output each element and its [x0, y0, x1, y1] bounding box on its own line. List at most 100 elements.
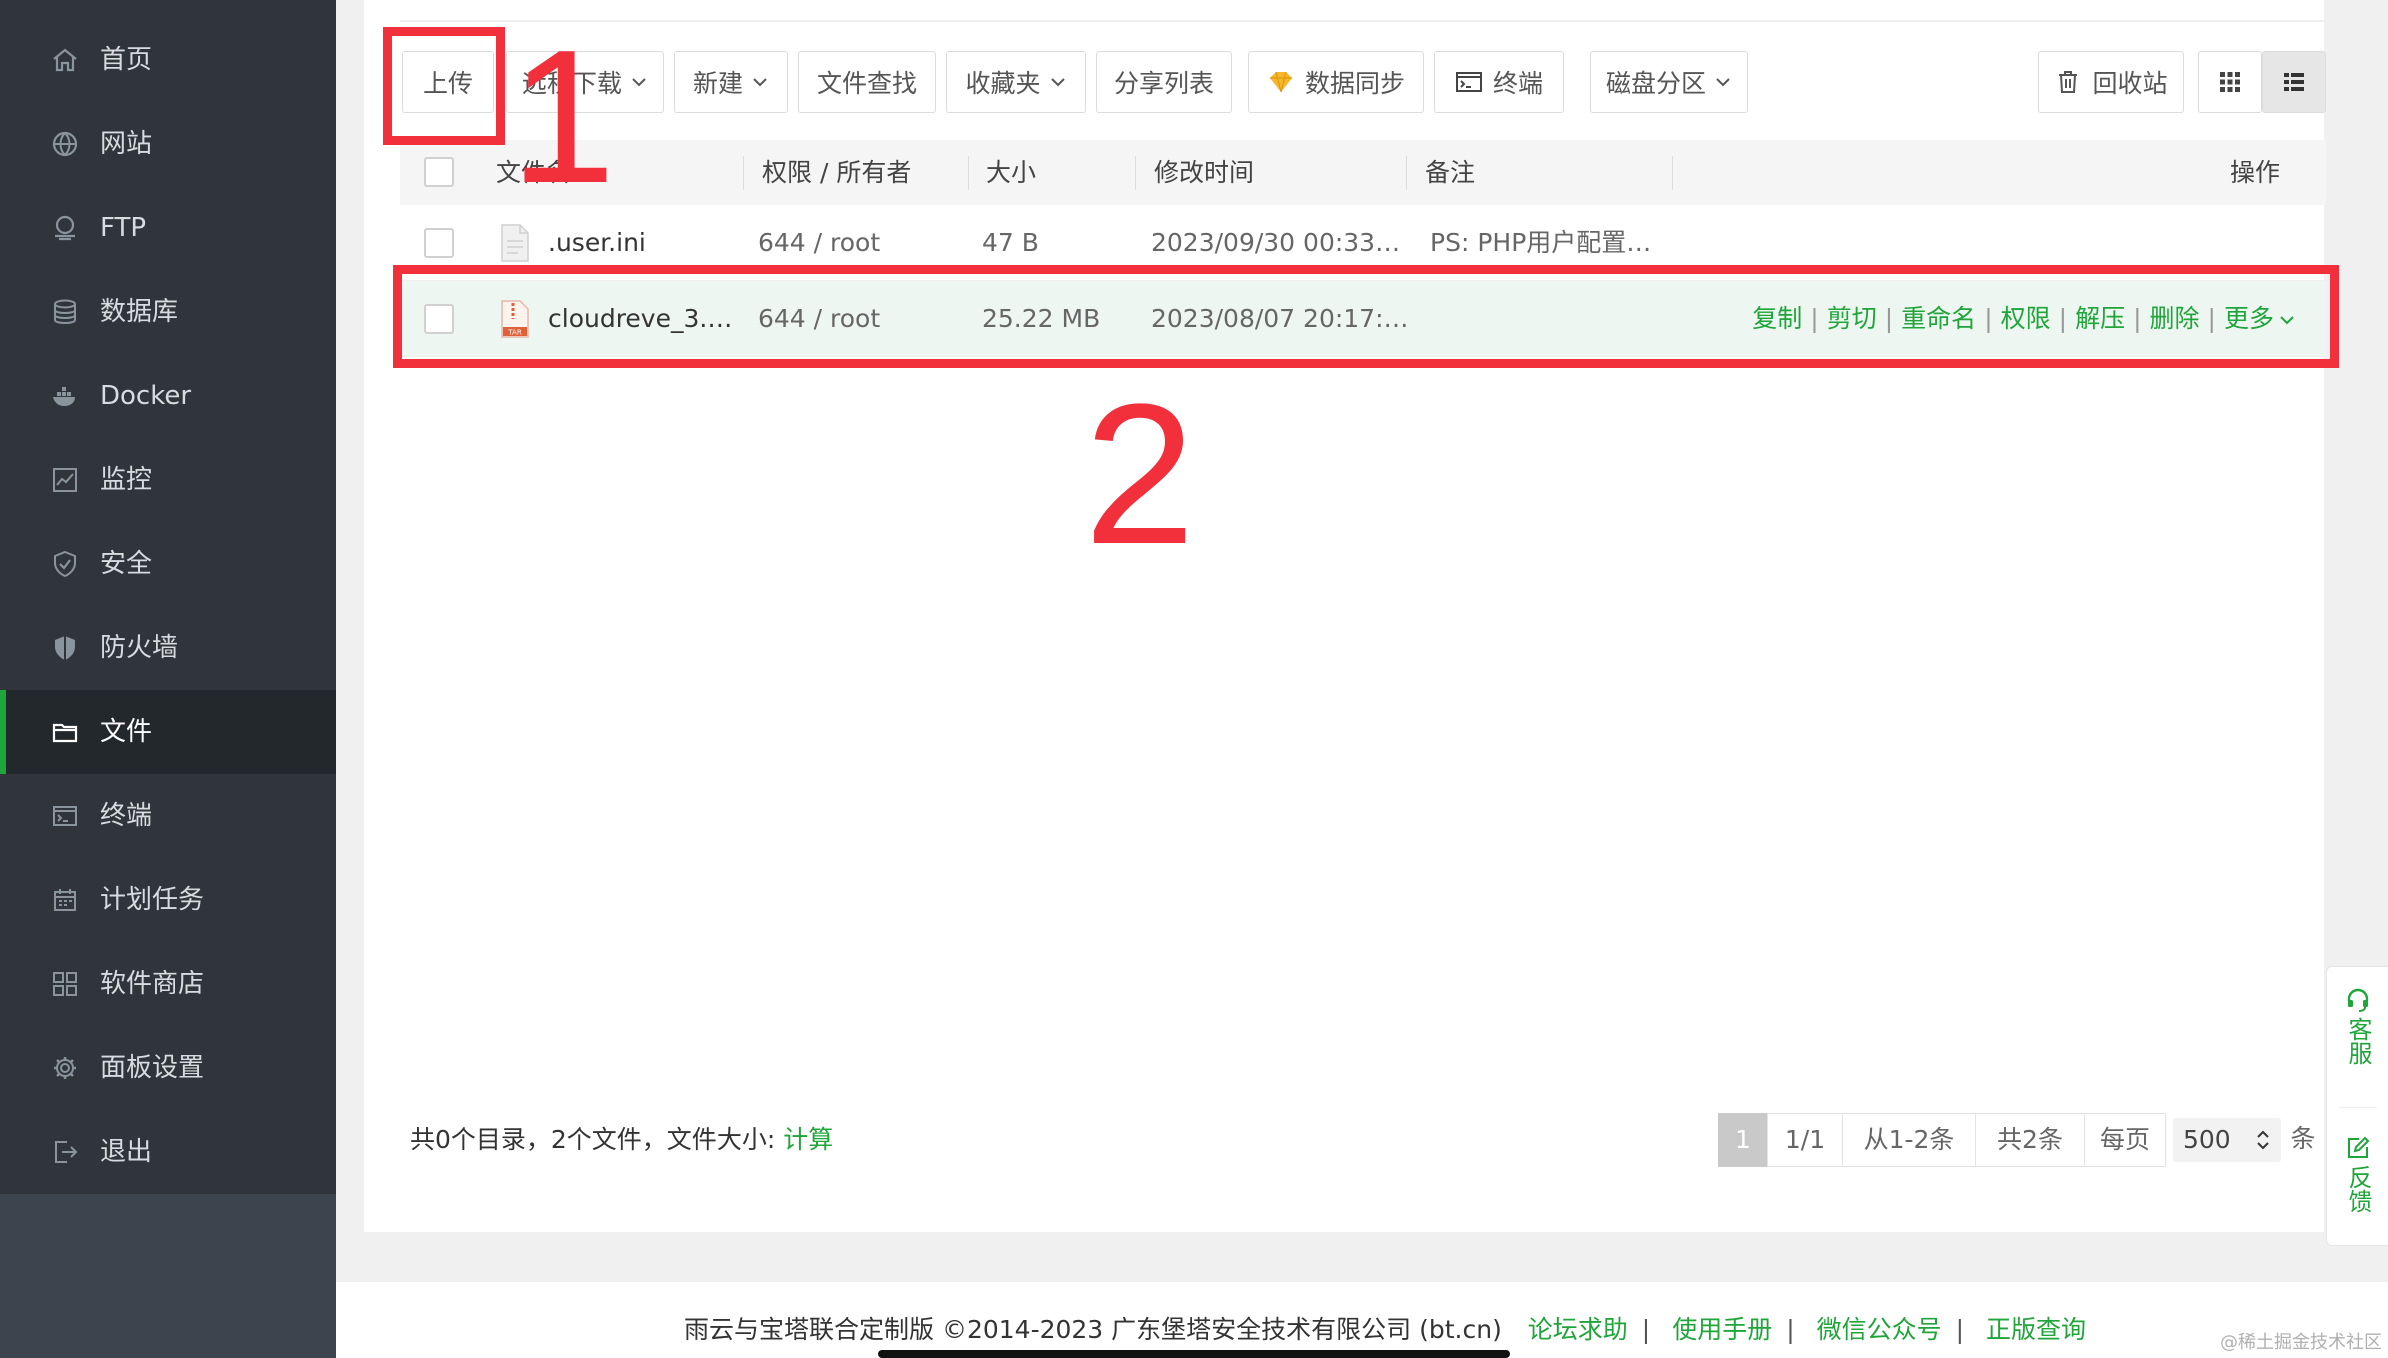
file-table-header: 文件名 权限 / 所有者 大小 修改时间 备注 操作 [400, 140, 2326, 205]
feedback-button[interactable]: 反馈 [2327, 1135, 2388, 1218]
chevron-down-icon [1050, 78, 1065, 87]
sidebar-item-database[interactable]: 数据库 [0, 270, 336, 354]
sidebar-item-home[interactable]: 首页 [0, 18, 336, 102]
footer-separator: | [1955, 1315, 1965, 1344]
customer-service-label: 客服 [2344, 1017, 2372, 1065]
ftp-icon [50, 213, 80, 243]
column-header-permission[interactable]: 权限 / 所有者 [762, 140, 911, 205]
column-separator [968, 156, 969, 190]
sidebar-item-app-store[interactable]: 软件商店 [0, 942, 336, 1026]
globe-icon [50, 129, 80, 159]
edit-icon [2348, 1136, 2370, 1158]
database-icon [50, 297, 80, 327]
page-range: 从1-2条 [1842, 1113, 1976, 1167]
sidebar: 首页 网站 FTP 数据库 Docker 监控 安全 防火墙 文件 终端 计划任… [0, 0, 336, 1358]
data-sync-label: 数据同步 [1304, 69, 1405, 98]
per-page-value: 500 [2183, 1125, 2231, 1154]
footer-link-manual[interactable]: 使用手册 [1672, 1315, 1772, 1344]
footer-separator: | [1786, 1315, 1795, 1344]
folder-icon [50, 717, 80, 747]
diamond-icon [1269, 71, 1292, 93]
file-summary: 共0个目录，2个文件，文件大小: 计算 [410, 1120, 833, 1160]
customer-service-button[interactable]: 客服 [2327, 987, 2388, 1070]
footer-copyright: 雨云与宝塔联合定制版 ©2014-2023 广东堡塔安全技术有限公司 (bt.c… [684, 1315, 1502, 1344]
sidebar-item-label: 文件 [100, 717, 153, 747]
column-separator [1406, 156, 1407, 190]
sidebar-item-firewall[interactable]: 防火墙 [0, 606, 336, 690]
file-search-button[interactable]: 文件查找 [798, 51, 936, 113]
summary-text: 共0个目录，2个文件，文件大小: [410, 1125, 776, 1154]
firewall-icon [50, 633, 80, 663]
column-header-mtime[interactable]: 修改时间 [1154, 140, 1254, 205]
logout-icon [50, 1137, 80, 1167]
sidebar-item-label: 防火墙 [100, 633, 179, 663]
chevron-down-icon [632, 78, 646, 87]
grid-icon [2220, 72, 2240, 92]
select-all-checkbox[interactable] [424, 157, 454, 187]
list-icon [2284, 73, 2304, 91]
annotation-box-upload [383, 27, 505, 145]
sidebar-item-security[interactable]: 安全 [0, 522, 336, 606]
sidebar-item-cron[interactable]: 计划任务 [0, 858, 336, 942]
column-header-size[interactable]: 大小 [986, 140, 1036, 205]
chevron-down-icon [1716, 78, 1730, 87]
terminal-icon [50, 801, 80, 831]
favorites-button[interactable]: 收藏夹 [946, 51, 1086, 113]
file-search-label: 文件查找 [816, 69, 917, 98]
calendar-icon [50, 885, 80, 915]
terminal-icon [1455, 72, 1482, 92]
sidebar-item-label: 监控 [100, 465, 153, 495]
row-checkbox[interactable] [424, 228, 454, 258]
per-page-select[interactable]: 500 [2173, 1118, 2281, 1162]
sidebar-item-label: 数据库 [100, 297, 179, 327]
data-sync-button[interactable]: 数据同步 [1248, 51, 1424, 113]
column-header-ops: 操作 [2230, 158, 2281, 187]
sidebar-item-docker[interactable]: Docker [0, 354, 336, 438]
column-header-remark: 备注 [1425, 158, 1476, 187]
watermark: @稀土掘金技术社区 [2220, 1332, 2382, 1353]
chevron-down-icon [753, 78, 767, 87]
sidebar-item-label: 面板设置 [100, 1053, 205, 1083]
sidebar-item-label: 软件商店 [100, 969, 205, 999]
sidebar-item-ftp[interactable]: FTP [0, 186, 336, 270]
annotation-box-file-row [393, 265, 2339, 368]
footer-separator: | [1641, 1315, 1651, 1344]
per-page-label: 每页 [2084, 1113, 2166, 1167]
footer-link-forum[interactable]: 论坛求助 [1528, 1315, 1628, 1344]
disk-partition-button[interactable]: 磁盘分区 [1590, 51, 1748, 113]
sidebar-item-monitor[interactable]: 监控 [0, 438, 336, 522]
sidebar-item-logout[interactable]: 退出 [0, 1110, 336, 1194]
page-current[interactable]: 1 [1718, 1113, 1768, 1167]
sidebar-item-settings[interactable]: 面板设置 [0, 1026, 336, 1110]
new-button[interactable]: 新建 [674, 51, 788, 113]
sidebar-item-label: Docker [100, 381, 192, 411]
headset-icon [2347, 988, 2369, 1012]
sidebar-item-label: 计划任务 [100, 885, 205, 915]
per-page-unit: 条 [2290, 1124, 2316, 1153]
disk-partition-label: 磁盘分区 [1605, 69, 1706, 98]
sidebar-item-website[interactable]: 网站 [0, 102, 336, 186]
trash-icon [2059, 71, 2078, 93]
list-view-button[interactable] [2262, 51, 2326, 113]
recycle-bin-button[interactable]: 回收站 [2038, 51, 2184, 113]
sidebar-item-label: FTP [100, 213, 147, 243]
column-separator [743, 156, 744, 190]
sidebar-item-label: 安全 [100, 549, 153, 579]
share-list-button[interactable]: 分享列表 [1096, 51, 1232, 113]
grid-view-button[interactable] [2198, 51, 2262, 113]
footer-link-wechat[interactable]: 微信公众号 [1817, 1315, 1942, 1344]
sidebar-item-label: 首页 [100, 45, 153, 75]
footer-link-license[interactable]: 正版查询 [1986, 1315, 2086, 1344]
sidebar-item-label: 终端 [100, 801, 153, 831]
panel-divider [400, 20, 2326, 22]
updown-arrow-icon [2257, 1130, 2269, 1150]
page-total: 共2条 [1975, 1113, 2085, 1167]
sidebar-item-files[interactable]: 文件 [0, 690, 336, 774]
sidebar-item-terminal[interactable]: 终端 [0, 774, 336, 858]
sidebar-menu: 首页 网站 FTP 数据库 Docker 监控 安全 防火墙 文件 终端 计划任… [0, 0, 336, 1194]
favorites-label: 收藏夹 [965, 69, 1041, 98]
recycle-bin-label: 回收站 [2092, 69, 2168, 98]
terminal-button[interactable]: 终端 [1434, 51, 1564, 113]
page-count: 1/1 [1767, 1113, 1843, 1167]
calculate-size-link[interactable]: 计算 [783, 1125, 833, 1154]
